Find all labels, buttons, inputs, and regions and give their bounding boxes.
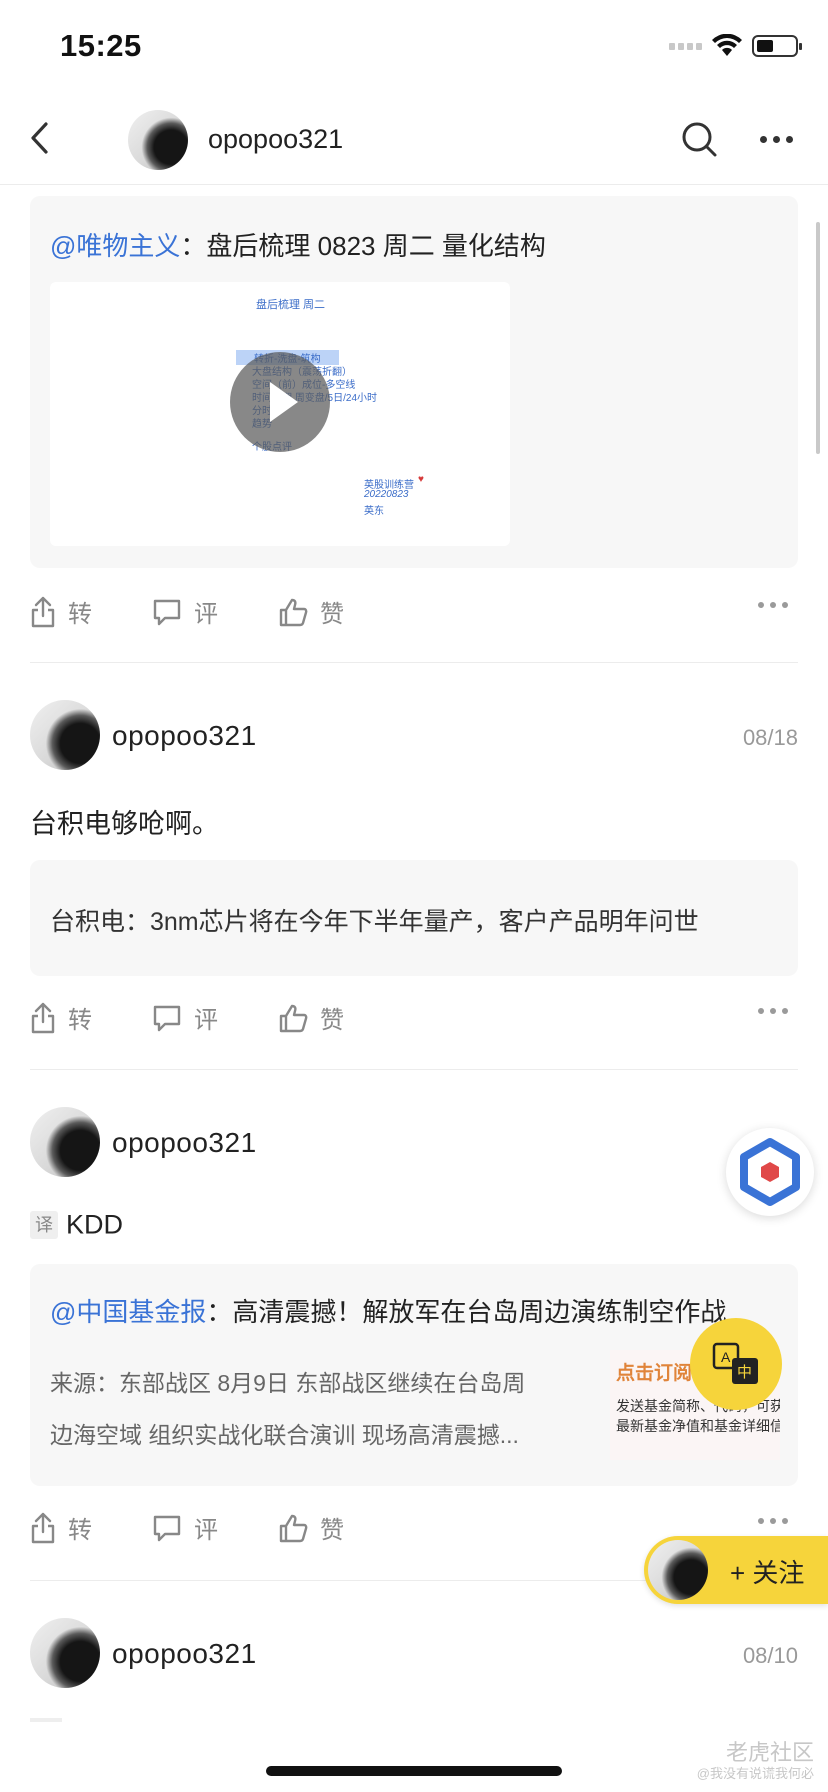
wifi-icon — [712, 34, 742, 56]
header-username[interactable]: opopoo321 — [208, 124, 343, 155]
author-name[interactable]: opopoo321 — [112, 1638, 257, 1670]
like-label: 赞 — [320, 1517, 344, 1544]
comment-label: 评 — [194, 601, 218, 628]
video-slide-sign: 英东 — [364, 506, 384, 517]
repost-card[interactable]: @中国基金报：高清震撼！解放军在台岛周边演练制空作战 来源：东部战区 8月9日 … — [30, 1264, 798, 1486]
comment-label: 评 — [194, 1517, 218, 1544]
translate-icon: A 中 — [712, 1342, 758, 1384]
video-thumbnail[interactable]: 盘后梳理 周二 转折-洗盘-筑构 大盘结构（震荡折翻） 空间（前）成位-多空线 … — [50, 282, 510, 546]
author-avatar[interactable] — [30, 1618, 100, 1688]
comment-icon — [153, 599, 181, 625]
ad-line: 最新基金净值和基金详细信 — [616, 1418, 780, 1434]
search-icon[interactable] — [680, 120, 718, 158]
watermark: 老虎社区 @我没有说谎我何必 — [697, 1740, 814, 1782]
post-date: 08/18 — [742, 725, 798, 750]
post-text-stub — [30, 1718, 62, 1722]
quoted-card-text: 台积电：3nm芯片将在今年下半年量产，客户产品明年问世 — [50, 908, 699, 936]
repost-card-title: @唯物主义：盘后梳理 0823 周二 量化结构 — [50, 226, 546, 263]
share-icon — [31, 1512, 55, 1543]
repost-card-title: @中国基金报：高清震撼！解放军在台岛周边演练制空作战 — [50, 1292, 726, 1329]
author-name[interactable]: opopoo321 — [112, 720, 257, 752]
video-slide-title: 盘后梳理 周二 — [256, 299, 326, 311]
back-arrow-icon[interactable] — [26, 120, 54, 156]
like-button[interactable]: 赞 — [278, 1510, 344, 1545]
post-more-icon[interactable] — [758, 1518, 788, 1524]
watermark-handle: @我没有说谎我何必 — [696, 1766, 814, 1781]
post-divider — [30, 662, 798, 663]
like-button[interactable]: 赞 — [278, 1000, 344, 1035]
video-slide-sign: 20220823 — [364, 489, 409, 500]
watermark-brand: 老虎社区 — [725, 1740, 814, 1765]
mention-link[interactable]: @唯物主义 — [50, 231, 180, 261]
heart-icon: ♥ — [418, 474, 424, 485]
post-text-row: 译 KDD — [30, 1208, 123, 1240]
post-text: KDD — [66, 1209, 124, 1240]
share-button[interactable]: 转 — [30, 594, 92, 629]
quoted-card[interactable]: 台积电：3nm芯片将在今年下半年量产，客户产品明年问世 — [30, 860, 798, 976]
like-button[interactable]: 赞 — [278, 594, 344, 629]
author-avatar[interactable] — [30, 700, 100, 770]
share-label: 转 — [68, 1517, 92, 1544]
follow-button[interactable]: + 关注 — [644, 1536, 828, 1604]
share-icon — [31, 596, 55, 627]
cellular-signal-icon — [669, 42, 702, 50]
thumbs-up-icon — [279, 1004, 308, 1032]
scrollbar[interactable] — [816, 222, 820, 454]
share-icon — [31, 1002, 55, 1033]
battery-icon — [752, 35, 802, 57]
post-more-icon[interactable] — [758, 1008, 788, 1014]
like-label: 赞 — [320, 601, 344, 628]
thumbs-up-icon — [279, 1514, 308, 1542]
comment-button[interactable]: 评 — [152, 1000, 218, 1035]
svg-text:A: A — [721, 1349, 731, 1365]
battery-level — [757, 40, 773, 52]
comment-label: 评 — [194, 1007, 218, 1034]
follow-label: + 关注 — [730, 1558, 805, 1588]
post-actions: 转 评 赞 — [30, 1000, 404, 1035]
home-indicator[interactable] — [266, 1766, 562, 1776]
translate-tag[interactable]: 译 — [30, 1210, 58, 1239]
play-button-icon[interactable] — [230, 352, 330, 452]
translate-button[interactable]: A 中 — [690, 1318, 782, 1410]
status-time: 15:25 — [60, 28, 142, 63]
comment-button[interactable]: 评 — [152, 1510, 218, 1545]
post-more-icon[interactable] — [758, 602, 788, 608]
repost-title-text: 高清震撼！解放军在台岛周边演练制空作战 — [232, 1297, 727, 1327]
svg-text:中: 中 — [737, 1363, 752, 1381]
repost-body-line: 边海空域 组织实战化联合演训 现场高清震撼... — [50, 1422, 519, 1448]
ad-title: 点击订阅 — [616, 1363, 693, 1384]
comment-icon — [153, 1515, 181, 1541]
post-divider — [30, 1069, 798, 1070]
post-actions: 转 评 赞 — [30, 594, 404, 629]
post-text: 台积电够呛啊。 — [30, 809, 219, 839]
thumbs-up-icon — [279, 598, 308, 626]
author-name[interactable]: opopoo321 — [112, 1127, 257, 1159]
follow-avatar — [648, 1540, 708, 1600]
separator: ： — [180, 231, 207, 261]
repost-title-text: 盘后梳理 0823 周二 量化结构 — [206, 231, 546, 261]
repost-body-line: 来源：东部战区 8月9日 东部战区继续在台岛周 — [50, 1370, 526, 1396]
post-date: 08/10 — [742, 1643, 798, 1668]
status-icons — [669, 34, 802, 58]
more-options-icon[interactable] — [760, 136, 793, 143]
separator: ： — [206, 1297, 233, 1327]
mention-link[interactable]: @中国基金报 — [50, 1297, 206, 1327]
like-label: 赞 — [320, 1007, 344, 1034]
author-avatar[interactable] — [30, 1107, 100, 1177]
header-divider — [0, 184, 828, 185]
share-button[interactable]: 转 — [30, 1000, 92, 1035]
share-label: 转 — [68, 601, 92, 628]
comment-button[interactable]: 评 — [152, 594, 218, 629]
hexagon-logo-icon — [740, 1138, 800, 1206]
post-actions: 转 评 赞 — [30, 1510, 404, 1545]
comment-icon — [153, 1005, 181, 1031]
share-button[interactable]: 转 — [30, 1510, 92, 1545]
floating-app-logo-button[interactable] — [726, 1128, 814, 1216]
share-label: 转 — [68, 1007, 92, 1034]
header-avatar[interactable] — [128, 110, 188, 170]
